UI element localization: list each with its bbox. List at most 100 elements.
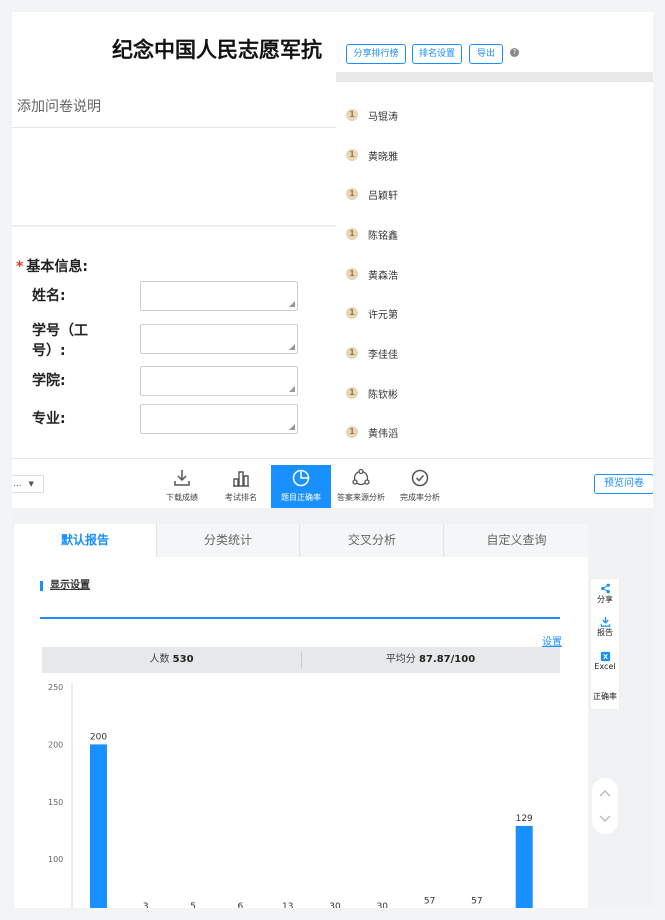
ranking-header [336, 72, 653, 82]
share-ranking-button[interactable]: 分享排行榜 [346, 44, 406, 64]
scroll-controls [592, 778, 618, 834]
download-icon [600, 616, 610, 627]
tab-default-report[interactable]: 默认报告 [14, 524, 157, 557]
rank-name: 黄森浩 [368, 271, 398, 282]
resize-handle-icon[interactable]: ◢ [289, 299, 295, 308]
survey-description[interactable]: 添加问卷说明 [17, 96, 101, 116]
rank-badge: 1 [346, 347, 358, 359]
resize-handle-icon[interactable]: ◢ [289, 422, 295, 431]
people-value: 530 [172, 654, 194, 665]
name-input[interactable]: ◢ [140, 281, 298, 311]
display-settings-toggle[interactable]: 显示设置 [40, 581, 90, 591]
tool-download-scores[interactable]: 下载成绩 [152, 465, 212, 509]
share-icon [600, 583, 610, 594]
download-icon [174, 470, 190, 486]
tab-category-stats[interactable]: 分类统计 [157, 524, 300, 557]
chevron-up-icon[interactable] [599, 788, 611, 798]
tool-question-accuracy[interactable]: 题目正确率 [271, 465, 331, 509]
rank-name: 陈钦彬 [368, 390, 398, 401]
data-label: 13 [282, 902, 293, 908]
survey-title: 纪念中国人民志愿军抗 [112, 38, 322, 62]
data-label: 57 [424, 897, 435, 907]
data-label: 5 [190, 902, 196, 908]
chart-bar[interactable] [515, 825, 533, 908]
required-star: * [16, 259, 24, 275]
help-icon[interactable]: ? [510, 48, 519, 57]
y-tick-label: 150 [48, 798, 63, 807]
data-label: 3 [143, 902, 149, 908]
rank-name: 黄伟滔 [368, 429, 398, 440]
ranking-settings-button[interactable]: 排名设置 [412, 44, 462, 64]
excel-icon [600, 651, 610, 662]
field-label-name: 姓名: [32, 288, 66, 304]
tool-label: 答案来源分析 [337, 493, 385, 502]
rank-badge: 1 [346, 188, 358, 200]
rank-badge: 1 [346, 387, 358, 399]
data-label: 6 [238, 902, 244, 908]
resize-handle-icon[interactable]: ◢ [289, 342, 295, 351]
select-value: ... [13, 479, 22, 489]
export-button[interactable]: 导出 [469, 44, 503, 64]
score-distribution-chart: 250 200 150 100 200 3 5 6 13 30 30 57 57 129 [42, 673, 560, 908]
rank-badge: 1 [346, 228, 358, 240]
report-tabs: 默认报告 分类统计 交叉分析 自定义查询 [14, 524, 588, 557]
data-label: 30 [329, 902, 341, 908]
data-label: 200 [90, 732, 107, 742]
settings-link[interactable]: 设置 [542, 633, 562, 648]
tool-label: 考试排名 [225, 493, 257, 502]
tool-completion-rate[interactable]: 完成率分析 [390, 465, 450, 509]
tab-cross-analysis[interactable]: 交叉分析 [301, 524, 444, 557]
field-label-major: 专业: [32, 411, 66, 427]
rank-badge: 1 [346, 426, 358, 438]
rank-badge: 1 [346, 149, 358, 161]
podium-icon [233, 471, 249, 487]
app-frame: 纪念中国人民志愿军抗 添加问卷说明 * 基本信息: 姓名: ◢ 学号（工号）: ◢… [12, 12, 653, 908]
people-label: 人数 [149, 654, 170, 665]
y-tick-label: 250 [48, 683, 63, 692]
resize-handle-icon[interactable]: ◢ [289, 384, 295, 393]
report-action[interactable]: 报告 [591, 616, 619, 638]
field-label-id: 学号（工号）: [32, 323, 88, 359]
data-label: 129 [516, 814, 533, 824]
accuracy-label: 正确率 [593, 692, 617, 701]
rank-name: 许元第 [368, 310, 398, 321]
share-action[interactable]: 分享 [591, 583, 619, 605]
avg-value: 87.87/100 [419, 654, 476, 665]
rank-name: 吕颖轩 [368, 191, 398, 202]
rank-name: 马锟涛 [368, 112, 398, 123]
tool-answer-source[interactable]: 答案来源分析 [331, 465, 391, 509]
rank-badge: 1 [346, 307, 358, 319]
report-card: 显示设置 设置 人数 530 平均分 87.87/100 250 200 150 10… [14, 557, 588, 908]
rank-name: 陈铭鑫 [368, 231, 398, 242]
network-icon [352, 468, 370, 486]
tool-label: 下载成绩 [166, 493, 198, 502]
data-label: 57 [471, 897, 482, 907]
survey-preview: 纪念中国人民志愿军抗 添加问卷说明 * 基本信息: 姓名: ◢ 学号（工号）: ◢… [12, 12, 338, 458]
tool-exam-ranking[interactable]: 考试排名 [211, 465, 271, 509]
average-score: 平均分 87.87/100 [301, 647, 560, 673]
chevron-down-icon[interactable] [599, 814, 611, 824]
y-tick-label: 200 [48, 740, 63, 749]
view-select[interactable]: ... ▼ [12, 475, 44, 493]
college-input[interactable]: ◢ [140, 366, 298, 396]
chevron-down-icon: ▼ [28, 480, 34, 488]
avg-label: 平均分 [385, 654, 416, 665]
chart-bar[interactable] [90, 744, 107, 908]
rank-name: 李佳佳 [368, 350, 398, 361]
tool-label: 完成率分析 [400, 493, 440, 502]
field-label-college: 学院: [32, 373, 66, 389]
tool-label: 题目正确率 [281, 493, 321, 502]
accuracy-action[interactable]: 正确率 [591, 691, 619, 702]
pie-chart-icon [292, 469, 310, 487]
section-divider [12, 225, 338, 227]
section-label-text: 基本信息: [26, 259, 88, 275]
tab-custom-query[interactable]: 自定义查询 [445, 524, 588, 557]
section-label: * 基本信息: [16, 256, 88, 276]
excel-label: Excel [594, 662, 616, 671]
people-count: 人数 530 [42, 647, 301, 673]
excel-action[interactable]: Excel [591, 651, 619, 671]
major-input[interactable]: ◢ [140, 404, 298, 434]
preview-survey-button[interactable]: 预览问卷 [594, 474, 653, 494]
description-divider [12, 127, 338, 128]
id-input[interactable]: ◢ [140, 324, 298, 354]
